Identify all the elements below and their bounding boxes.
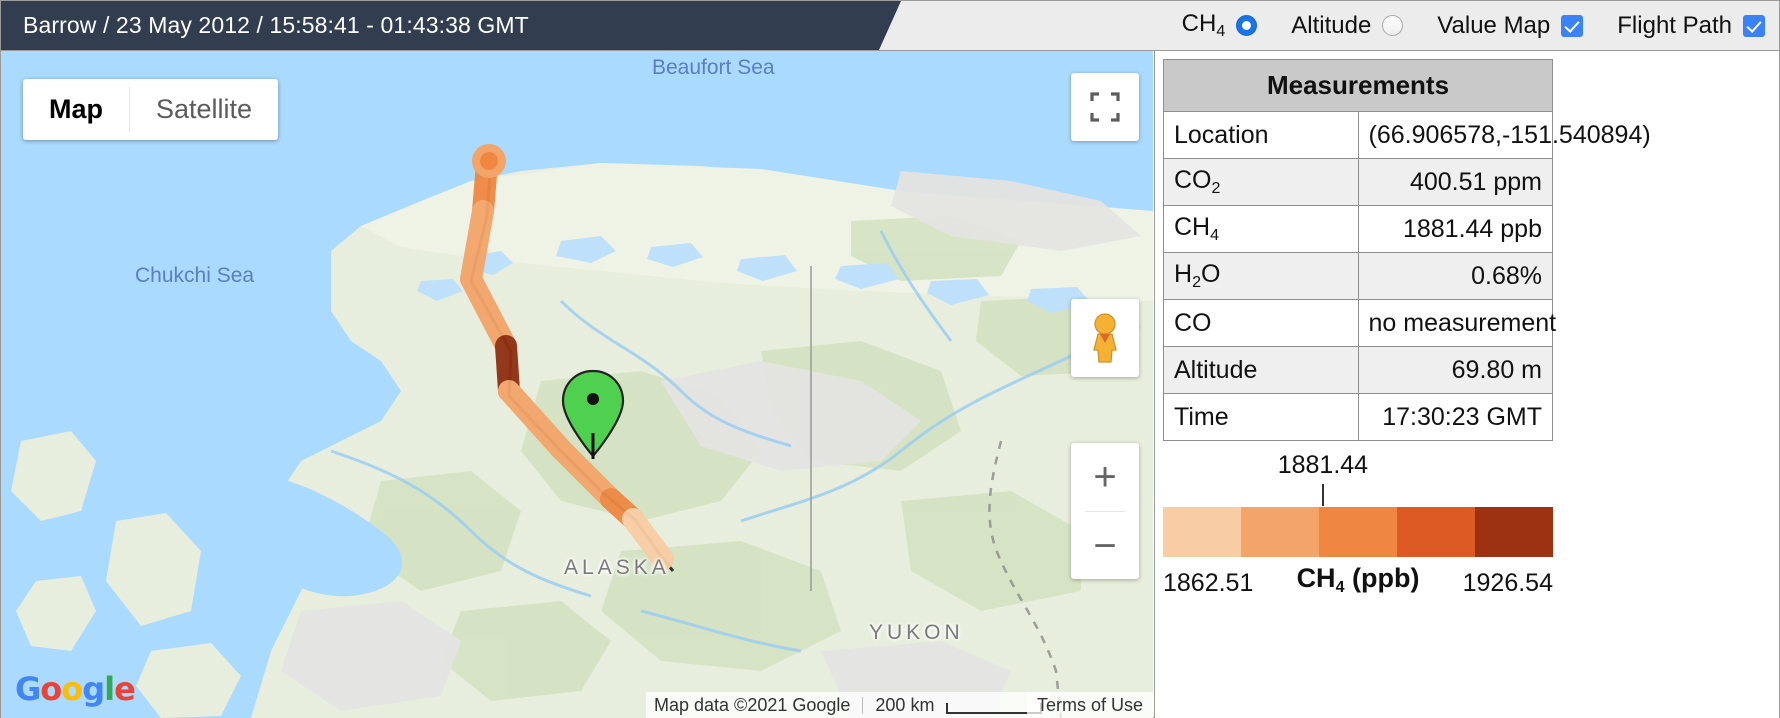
checkbox-value-map-indicator[interactable] <box>1561 14 1584 37</box>
table-row: CH4 1881.44 ppb <box>1163 205 1553 253</box>
radio-altitude-label: Altitude <box>1291 11 1372 39</box>
terms-of-use-link[interactable]: Terms of Use <box>1026 692 1153 718</box>
colorbar-caption: CH4 (ppb) <box>1296 563 1420 596</box>
radio-altitude-indicator[interactable] <box>1382 15 1404 36</box>
scale-label: 200 km <box>875 694 935 715</box>
zoom-out-button[interactable]: − <box>1071 512 1139 580</box>
colorbar-segment <box>1397 507 1475 557</box>
pegman-button[interactable] <box>1071 299 1139 377</box>
row-key-ch4: CH4 <box>1163 205 1359 253</box>
fullscreen-button[interactable] <box>1071 73 1139 141</box>
zoom-control[interactable]: + − <box>1071 443 1139 579</box>
top-controls: CH4 Altitude Value Map Flight Path <box>1148 1 1765 50</box>
row-key-location: Location <box>1163 111 1359 159</box>
map-type-control[interactable]: Map Satellite <box>23 79 279 140</box>
measurements-table: Measurements Location (66.906578,-151.54… <box>1163 59 1651 441</box>
row-value-time: 17:30:23 GMT <box>1357 393 1553 441</box>
row-key-co: CO <box>1163 299 1359 347</box>
table-row: H2O 0.68% <box>1163 252 1553 300</box>
map-canvas[interactable]: Beaufort Sea Chukchi Sea ALASKA YUKON Ma… <box>1 51 1153 718</box>
map-graphics <box>1 51 1153 718</box>
side-panel: Measurements Location (66.906578,-151.54… <box>1154 51 1779 718</box>
table-row: Location (66.906578,-151.540894) <box>1163 111 1651 159</box>
row-key-altitude: Altitude <box>1163 346 1359 394</box>
table-row: Altitude 69.80 m <box>1163 346 1553 394</box>
radio-altitude[interactable]: Altitude <box>1291 11 1404 40</box>
row-key-co2: CO2 <box>1163 158 1359 206</box>
colorbar-gradient <box>1163 507 1553 557</box>
colorbar-segment <box>1319 507 1397 557</box>
checkbox-flight-path[interactable]: Flight Path <box>1617 12 1765 40</box>
table-row: Time 17:30:23 GMT <box>1163 393 1553 441</box>
row-value-ch4: 1881.44 ppb <box>1357 205 1553 253</box>
measurements-title: Measurements <box>1163 59 1553 112</box>
radio-ch4-indicator[interactable] <box>1236 15 1258 36</box>
row-key-h2o: H2O <box>1163 252 1359 300</box>
colorbar-segment <box>1163 507 1241 557</box>
row-value-co2: 400.51 ppm <box>1357 158 1553 206</box>
table-row: CO2 400.51 ppm <box>1163 158 1553 206</box>
table-row: CO no measurement <box>1163 299 1556 347</box>
colorbar-segment <box>1475 507 1553 557</box>
map-attribution: Map data ©2021 Google 200 km <box>646 692 1051 718</box>
page-title: Barrow / 23 May 2012 / 15:58:41 - 01:43:… <box>23 12 529 38</box>
map-type-map-button[interactable]: Map <box>23 79 129 140</box>
top-bar: Barrow / 23 May 2012 / 15:58:41 - 01:43:… <box>1 1 1779 51</box>
checkbox-value-map[interactable]: Value Map <box>1437 11 1584 40</box>
colorbar-tick-mark <box>1321 484 1324 506</box>
row-key-time: Time <box>1163 393 1359 441</box>
colorbar-segment <box>1241 507 1319 557</box>
colorbar-tick-label: 1881.44 <box>1277 451 1369 479</box>
row-value-altitude: 69.80 m <box>1357 346 1553 394</box>
fullscreen-icon <box>1090 92 1120 122</box>
title-plate: Barrow / 23 May 2012 / 15:58:41 - 01:43:… <box>1 1 901 50</box>
map-type-satellite-button[interactable]: Satellite <box>130 79 278 140</box>
google-logo: Google <box>15 670 136 708</box>
app-root: Barrow / 23 May 2012 / 15:58:41 - 01:43:… <box>0 0 1780 718</box>
checkbox-value-map-label: Value Map <box>1437 11 1551 39</box>
attribution-text: Map data ©2021 Google <box>654 694 851 715</box>
checkbox-flight-path-label: Flight Path <box>1617 11 1732 39</box>
row-value-location: (66.906578,-151.540894) <box>1357 111 1651 159</box>
radio-ch4-label: CH4 <box>1181 10 1226 40</box>
row-value-co: no measurement <box>1357 299 1556 347</box>
attribution-divider <box>862 696 864 714</box>
row-value-h2o: 0.68% <box>1357 252 1553 300</box>
zoom-in-button[interactable]: + <box>1071 443 1139 511</box>
pegman-icon <box>1093 313 1117 363</box>
radio-ch4[interactable]: CH4 <box>1182 10 1258 41</box>
checkbox-flight-path-indicator[interactable] <box>1743 14 1765 37</box>
